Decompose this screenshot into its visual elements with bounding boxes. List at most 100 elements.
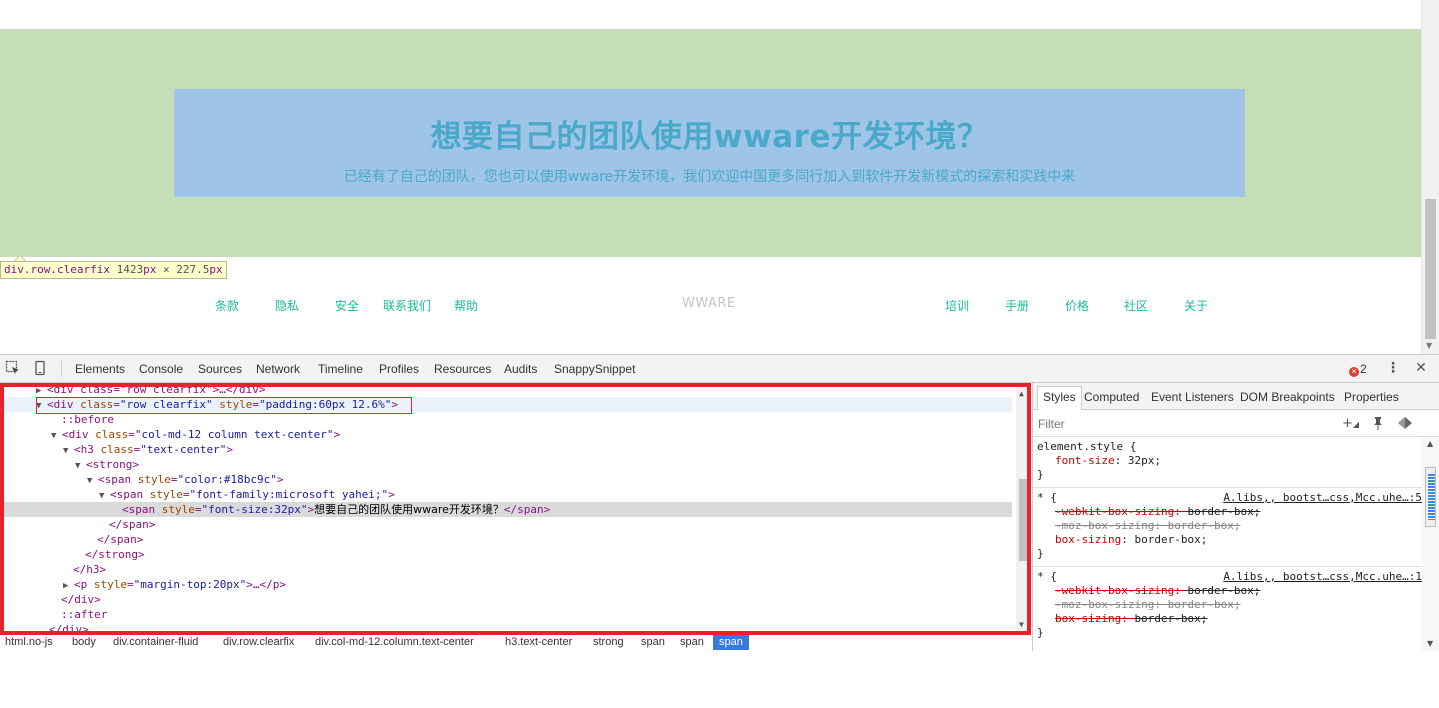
dom-tag: h3	[80, 443, 94, 456]
rule-source-link[interactable]: A.libs,, bootst…css,Mcc.uhe…:5	[1223, 491, 1422, 505]
dom-line-span-selected[interactable]: <span style="font-size:32px">想要自己的团队使用ww…	[4, 502, 1012, 517]
style-declaration[interactable]: box-sizing: border-box;	[1037, 533, 1422, 547]
device-mode-icon[interactable]	[32, 360, 48, 376]
breadcrumb-item[interactable]: html.no-js	[5, 636, 53, 648]
style-declaration-invalid[interactable]: -moz-box-sizing: border-box;	[1037, 519, 1422, 533]
more-menu-icon[interactable]: ⋮	[1385, 360, 1401, 376]
footer-link-security[interactable]: 安全	[335, 297, 359, 314]
dom-line-close[interactable]: </h3>	[4, 562, 1012, 577]
tab-network[interactable]: Network	[256, 362, 300, 376]
dom-line-close[interactable]: </strong>	[4, 547, 1012, 562]
rule-source-link[interactable]: A.libs,, bootst…css,Mcc.uhe…:1	[1223, 570, 1422, 584]
styles-filter-input[interactable]	[1038, 415, 1328, 432]
style-declaration-overridden[interactable]: -webkit-box-sizing: border-box;	[1037, 505, 1422, 519]
style-rule-element[interactable]: element.style { font-size: 32px; }	[1037, 440, 1422, 482]
breadcrumb-item-active[interactable]: span	[713, 635, 749, 650]
dom-attr-name: class	[95, 428, 129, 441]
dom-text-node: 想要自己的团队使用wware开发环境？	[314, 503, 504, 516]
dom-line-col[interactable]: ▼ <div class="col-md-12 column text-cente…	[4, 427, 1012, 442]
dom-tag: </h3>	[73, 563, 107, 576]
footer-link-pricing[interactable]: 价格	[1065, 297, 1089, 314]
breadcrumb-item[interactable]: span	[641, 636, 665, 648]
dom-attr-name: style	[149, 488, 183, 501]
dom-line-close[interactable]: </span>	[4, 517, 1012, 532]
tab-computed[interactable]: Computed	[1084, 390, 1139, 404]
dom-attr-name: class	[100, 443, 134, 456]
breadcrumb-item[interactable]: div.col-md-12.column.text-center	[315, 636, 474, 648]
dom-line-after[interactable]: ::after	[4, 607, 1012, 622]
tab-sources[interactable]: Sources	[198, 362, 242, 376]
dom-line-p[interactable]: ▶ <p style="margin-top:20px">…</p>	[4, 577, 1012, 592]
tab-timeline[interactable]: Timeline	[318, 362, 363, 376]
scroll-down-arrow-icon[interactable]: ▼	[1019, 620, 1024, 629]
breadcrumb-item[interactable]: div.container-fluid	[113, 636, 198, 648]
breadcrumb-item[interactable]: strong	[593, 636, 624, 648]
css-value: border-box;	[1167, 519, 1241, 532]
style-rule-universal[interactable]: * { A.libs,, bootst…css,Mcc.uhe…:5 -webk…	[1037, 491, 1422, 561]
dom-line-strong[interactable]: ▼ <strong>	[4, 457, 1012, 472]
tab-resources[interactable]: Resources	[434, 362, 491, 376]
css-value: 32px;	[1127, 454, 1161, 467]
breadcrumb-item[interactable]: div.row.clearfix	[223, 636, 294, 648]
scroll-up-arrow-icon[interactable]: ▲	[1427, 439, 1433, 448]
color-format-icon[interactable]	[1397, 416, 1413, 434]
breadcrumb-item[interactable]: body	[72, 636, 96, 648]
page-scrollbar[interactable]: ▼	[1421, 0, 1439, 354]
style-declaration-overridden[interactable]: box-sizing: border-box;	[1037, 612, 1422, 626]
footer-link-help[interactable]: 帮助	[454, 297, 478, 314]
footer-link-terms[interactable]: 条款	[215, 297, 239, 314]
tab-event-listeners[interactable]: Event Listeners	[1151, 390, 1234, 404]
highlighted-column-content: 想要自己的团队使用wware开发环境？ 已经有了自己的团队，您也可以使用wwar…	[174, 89, 1245, 197]
tab-console[interactable]: Console	[139, 362, 183, 376]
dom-line-text: <div class="row clearfix">…</div>	[47, 383, 266, 396]
styles-sidebar: Styles Computed Event Listeners DOM Brea…	[1032, 383, 1439, 651]
css-value: border-box;	[1187, 505, 1261, 518]
footer-link-privacy[interactable]: 隐私	[275, 297, 299, 314]
scroll-down-arrow-icon[interactable]: ▼	[1427, 639, 1433, 648]
breadcrumb-item[interactable]: h3.text-center	[505, 636, 572, 648]
style-declaration-overridden[interactable]: -webkit-box-sizing: border-box;	[1037, 584, 1422, 598]
tab-dom-breakpoints[interactable]: DOM Breakpoints	[1240, 390, 1335, 404]
new-style-rule-icon[interactable]: +◢	[1342, 416, 1359, 431]
footer-link-contact[interactable]: 联系我们	[383, 297, 431, 314]
dom-line-collapsed-row[interactable]: ▶ <div class="row clearfix">…</div>	[4, 383, 1012, 397]
tab-profiles[interactable]: Profiles	[379, 362, 419, 376]
elements-scrollbar-thumb[interactable]	[1019, 479, 1027, 561]
hero-subtitle: 已经有了自己的团队，您也可以使用wware开发环境，我们欢迎中国更多同行加入到软…	[343, 169, 1076, 185]
scroll-down-arrow-icon[interactable]: ▼	[1426, 341, 1432, 350]
elements-scrollbar[interactable]: ▲ ▼	[1016, 387, 1027, 631]
style-declaration-invalid[interactable]: -moz-box-sizing: border-box;	[1037, 598, 1422, 612]
footer-link-community[interactable]: 社区	[1124, 297, 1148, 314]
dom-pseudo: ::after	[61, 608, 108, 621]
dom-line-h3[interactable]: ▼ <h3 class="text-center">	[4, 442, 1012, 457]
scroll-up-arrow-icon[interactable]: ▲	[1019, 389, 1024, 398]
css-property: box-sizing	[1055, 612, 1122, 625]
error-counter[interactable]: ✕ 2	[1349, 362, 1367, 377]
tab-snappysnippet[interactable]: SnappySnippet	[554, 362, 635, 376]
dom-line-close[interactable]: </div>	[4, 622, 1012, 631]
styles-scrollbar-thumb[interactable]	[1425, 467, 1436, 527]
error-icon: ✕	[1349, 367, 1359, 377]
footer-link-training[interactable]: 培训	[945, 297, 969, 314]
style-rule-universal[interactable]: * { A.libs,, bootst…css,Mcc.uhe…:1 -webk…	[1037, 570, 1422, 640]
tab-properties[interactable]: Properties	[1344, 390, 1399, 404]
footer-link-about[interactable]: 关于	[1184, 297, 1208, 314]
dom-line-close[interactable]: </div>	[4, 592, 1012, 607]
tab-audits[interactable]: Audits	[504, 362, 537, 376]
page-viewport: 想要自己的团队使用wware开发环境？ 已经有了自己的团队，您也可以使用wwar…	[0, 0, 1421, 354]
dom-line-close[interactable]: </span>	[4, 532, 1012, 547]
dom-line-span-color[interactable]: ▼ <span style="color:#18bc9c">	[4, 472, 1012, 487]
close-devtools-icon[interactable]: ✕	[1413, 360, 1429, 376]
styles-scrollbar[interactable]: ▲ ▼	[1422, 437, 1439, 651]
footer-link-manual[interactable]: 手册	[1005, 297, 1029, 314]
breadcrumb-item[interactable]: span	[680, 636, 704, 648]
pin-state-icon[interactable]	[1372, 416, 1384, 434]
style-declaration[interactable]: font-size: 32px;	[1037, 454, 1422, 468]
tab-styles[interactable]: Styles	[1037, 386, 1082, 410]
tab-elements[interactable]: Elements	[75, 362, 125, 376]
inspect-element-icon[interactable]	[5, 360, 21, 376]
dom-line-span-font[interactable]: ▼ <span style="font-family:microsoft yahe…	[4, 487, 1012, 502]
dom-line-before[interactable]: ::before	[4, 412, 1012, 427]
elements-dom-tree[interactable]: ▶ <div class="row clearfix">…</div> ▼ <div…	[0, 383, 1031, 635]
page-scrollbar-thumb[interactable]	[1425, 199, 1436, 339]
